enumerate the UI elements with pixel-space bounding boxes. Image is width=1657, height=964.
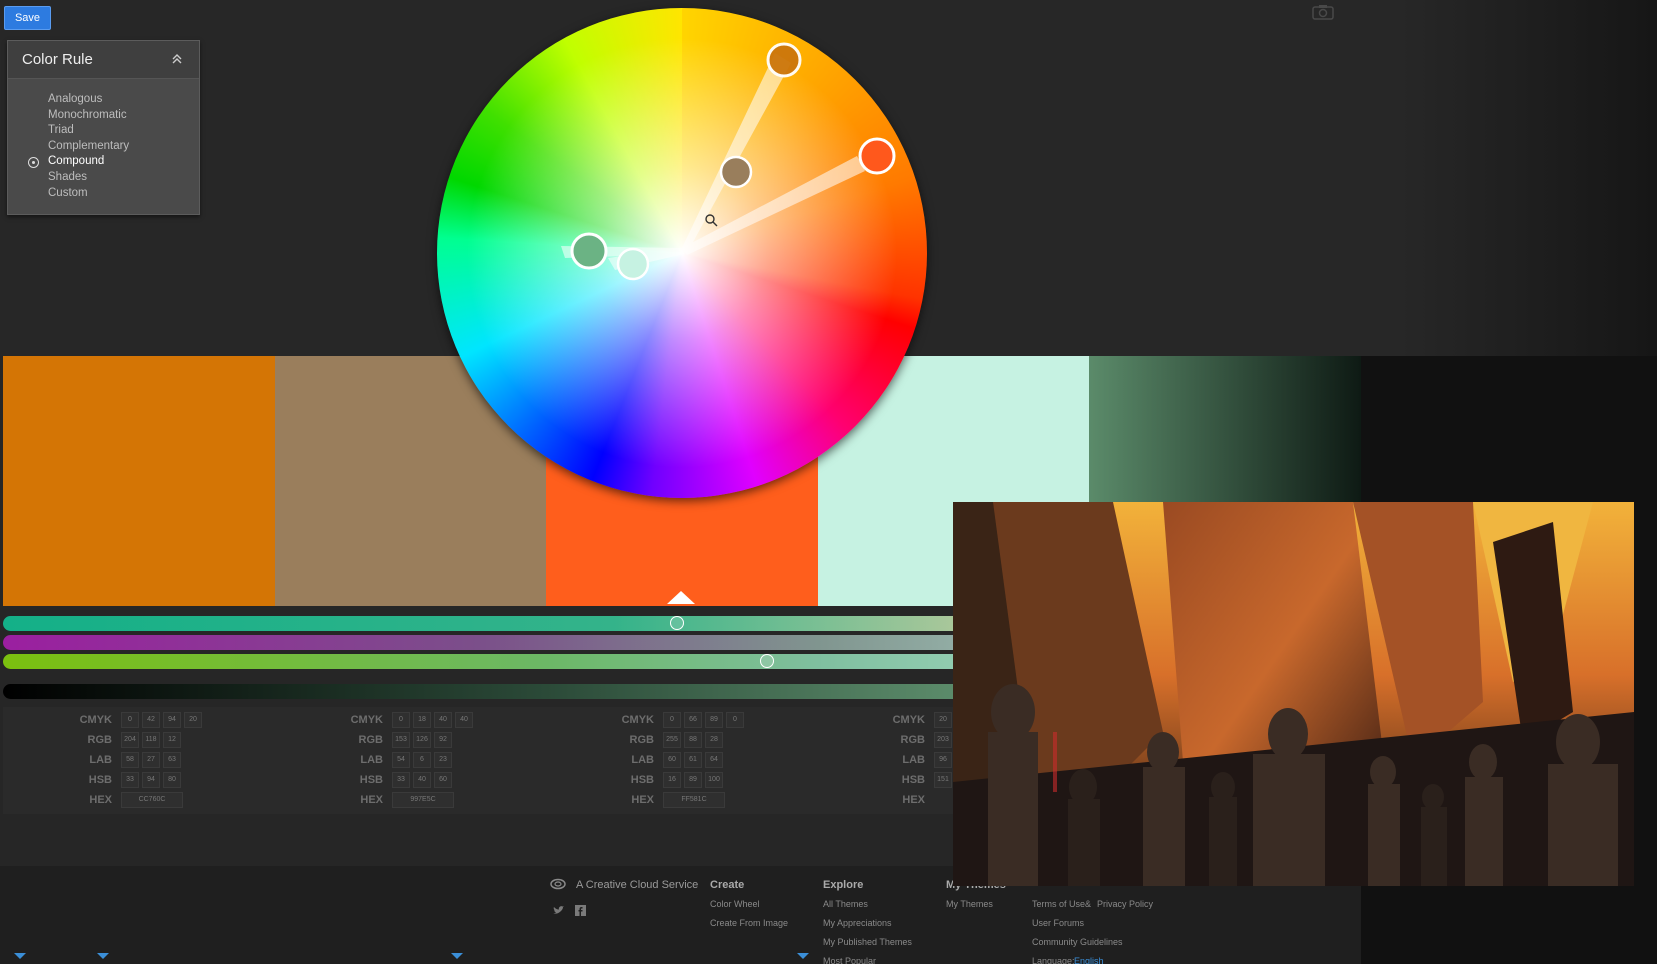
selected-swatch-indicator bbox=[667, 591, 695, 604]
footer-link-most-popular[interactable]: Most Popular bbox=[823, 956, 876, 964]
scroll-marker-icon[interactable] bbox=[797, 953, 809, 959]
footer-link-user-forums[interactable]: User Forums bbox=[1032, 918, 1084, 928]
footer-link-my-themes[interactable]: My Themes bbox=[946, 899, 993, 909]
footer-language-link[interactable]: English bbox=[1074, 956, 1104, 964]
color-rule-header[interactable]: Color Rule bbox=[8, 41, 199, 79]
cmyk-row: CMYK 0 66 89 0 bbox=[545, 711, 816, 729]
rule-option-triad[interactable]: Triad bbox=[8, 124, 199, 140]
footer-link-my-appreciations[interactable]: My Appreciations bbox=[823, 918, 892, 928]
lab-row: LAB 54 6 23 bbox=[274, 751, 545, 769]
rgb-row: RGB 255 88 28 bbox=[545, 731, 816, 749]
footer-ampersand: & bbox=[1085, 899, 1092, 909]
hsb-row: HSB 16 89 100 bbox=[545, 771, 816, 789]
color-wheel[interactable] bbox=[437, 8, 927, 498]
footer-link-all-themes[interactable]: All Themes bbox=[823, 899, 868, 909]
rule-option-complementary[interactable]: Complementary bbox=[8, 140, 199, 156]
footer-explore-heading: Explore bbox=[823, 879, 864, 891]
top-area-right bbox=[1400, 0, 1657, 356]
lab-row: LAB 60 61 64 bbox=[545, 751, 816, 769]
camera-icon[interactable] bbox=[1312, 4, 1334, 20]
rule-option-shades[interactable]: Shades bbox=[8, 171, 199, 187]
twitter-icon[interactable] bbox=[553, 906, 564, 915]
hex-row: HEX FF581C bbox=[545, 791, 816, 809]
color-wheel-disc bbox=[437, 8, 927, 498]
hex-row: HEX 997E5C bbox=[274, 791, 545, 809]
footer-link-my-published-themes[interactable]: My Published Themes bbox=[823, 937, 912, 947]
city-artwork-image bbox=[953, 502, 1634, 886]
creative-cloud-label: A Creative Cloud Service bbox=[576, 879, 699, 891]
rule-option-analogous[interactable]: Analogous bbox=[8, 93, 199, 109]
rule-option-custom[interactable]: Custom bbox=[8, 187, 199, 203]
footer-language-label: Language: bbox=[1032, 956, 1075, 964]
save-button[interactable]: Save bbox=[4, 6, 51, 30]
hsb-row: HSB 33 94 80 bbox=[3, 771, 274, 789]
rule-option-monochromatic[interactable]: Monochromatic bbox=[8, 109, 199, 125]
reference-image bbox=[953, 502, 1634, 886]
swatch-1[interactable] bbox=[3, 356, 275, 606]
facebook-icon[interactable] bbox=[575, 905, 586, 916]
rgb-row: RGB 153 126 92 bbox=[274, 731, 545, 749]
footer-create-heading: Create bbox=[710, 879, 745, 891]
values-column-3: CMYK 0 66 89 0 RGB 255 88 28 LAB 60 61 64 HSB 1… bbox=[545, 707, 816, 814]
scroll-marker-icon[interactable] bbox=[451, 953, 463, 959]
chevron-up-icon[interactable] bbox=[171, 53, 183, 65]
rgb-row: RGB 204 118 12 bbox=[3, 731, 274, 749]
cmyk-row: CMYK 0 18 40 40 bbox=[274, 711, 545, 729]
lab-row: LAB 58 27 63 bbox=[3, 751, 274, 769]
hex-row: HEX CC760C bbox=[3, 791, 274, 809]
footer-link-create-from-image[interactable]: Create From Image bbox=[710, 918, 788, 928]
footer-link-terms[interactable]: Terms of Use bbox=[1032, 899, 1085, 909]
radio-selected-icon bbox=[28, 157, 39, 169]
footer-link-privacy[interactable]: Privacy Policy bbox=[1097, 899, 1153, 909]
color-rule-title: Color Rule bbox=[22, 51, 93, 68]
slider-brightness-thumb[interactable] bbox=[760, 654, 774, 668]
color-rule-options: Analogous Monochromatic Triad Complement… bbox=[8, 93, 199, 202]
scroll-marker-icon[interactable] bbox=[97, 953, 109, 959]
color-rule-panel: Color Rule Analogous Monochromatic Triad… bbox=[7, 40, 200, 215]
values-column-1: CMYK 0 42 94 20 RGB 204 118 12 LAB 58 27 63 HSB… bbox=[3, 707, 274, 814]
footer-link-community-guidelines[interactable]: Community Guidelines bbox=[1032, 937, 1123, 947]
values-column-2: CMYK 0 18 40 40 RGB 153 126 92 LAB 54 6 23 HSB … bbox=[274, 707, 545, 814]
scroll-marker-icon[interactable] bbox=[14, 953, 26, 959]
footer-link-color-wheel[interactable]: Color Wheel bbox=[710, 899, 760, 909]
cmyk-row: CMYK 0 42 94 20 bbox=[3, 711, 274, 729]
rule-option-compound[interactable]: Compound bbox=[8, 155, 199, 171]
creative-cloud-icon bbox=[550, 878, 566, 890]
slider-hue-thumb[interactable] bbox=[670, 616, 684, 630]
hsb-row: HSB 33 40 60 bbox=[274, 771, 545, 789]
